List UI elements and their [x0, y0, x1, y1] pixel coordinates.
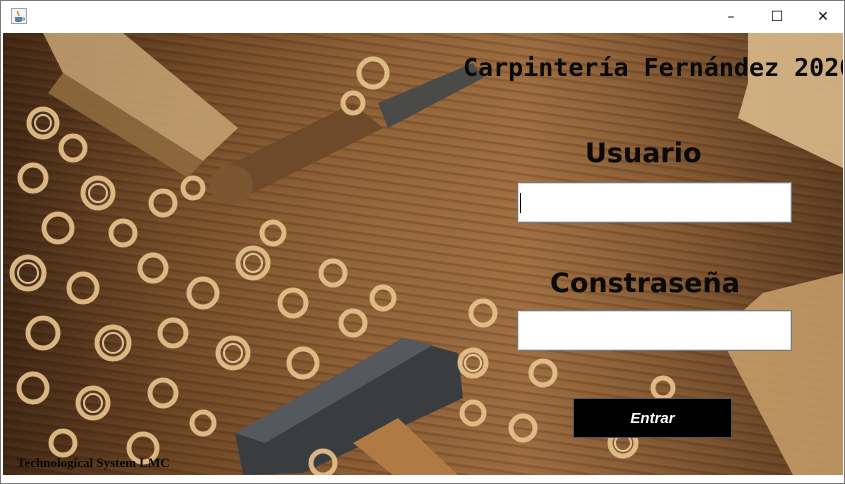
- minimize-button[interactable]: –: [708, 1, 754, 32]
- minimize-icon: –: [727, 8, 735, 25]
- title-bar[interactable]: – ☐ ✕: [1, 1, 844, 32]
- close-icon: ✕: [817, 8, 829, 25]
- app-window: – ☐ ✕ Carpintería Fernández 2020 Usuario…: [0, 0, 845, 484]
- maximize-button[interactable]: ☐: [754, 1, 800, 32]
- username-label: Usuario: [585, 138, 702, 169]
- password-label: Constraseña: [550, 268, 740, 299]
- app-title: Carpintería Fernández 2020: [463, 53, 843, 82]
- close-button[interactable]: ✕: [800, 1, 845, 32]
- footer-credit: Technological System LMC: [17, 455, 170, 470]
- maximize-icon: ☐: [770, 8, 784, 25]
- login-button-label: Entrar: [630, 409, 675, 427]
- login-button[interactable]: Entrar: [573, 398, 732, 438]
- password-input[interactable]: [517, 310, 792, 351]
- login-panel: Carpintería Fernández 2020 Usuario Const…: [3, 33, 843, 475]
- username-input[interactable]: [517, 182, 792, 223]
- text-caret: [520, 193, 521, 213]
- java-cup-icon: [11, 8, 27, 24]
